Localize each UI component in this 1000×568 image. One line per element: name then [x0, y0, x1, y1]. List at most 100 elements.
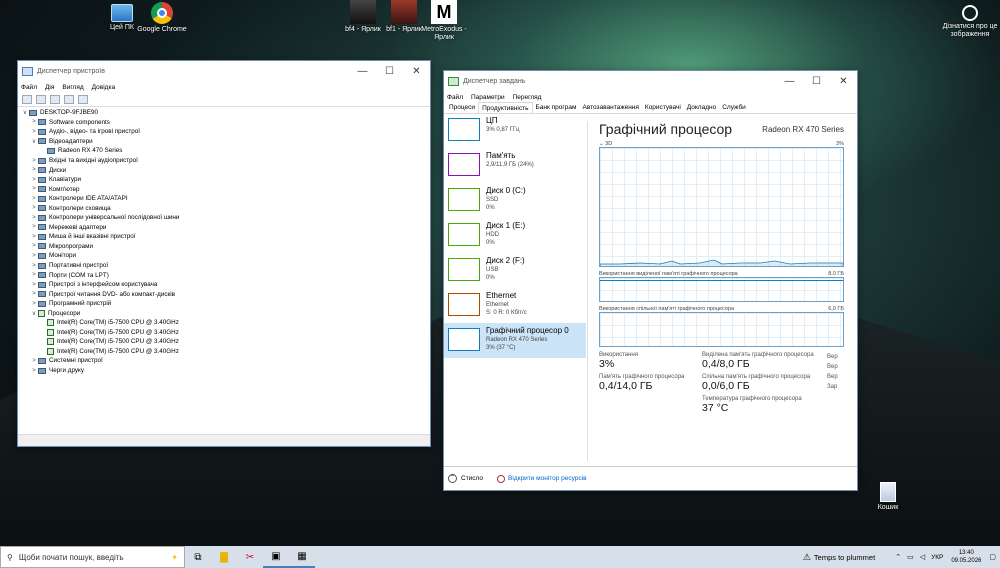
tree-device[interactable]: Intel(R) Core(TM) i5-7500 CPU @ 3.40GHz [21, 318, 427, 328]
chevron-right-icon[interactable]: > [30, 167, 38, 173]
menu-options[interactable]: Параметри [471, 94, 505, 101]
tree-category[interactable]: > Мережеві адаптери [21, 223, 427, 233]
chevron-right-icon[interactable]: > [30, 272, 38, 278]
tree-device[interactable]: Radeon RX 470 Series [21, 146, 427, 156]
task-manager-window[interactable]: Диспетчер завдань — ☐ ✕ Файл Параметри П… [443, 70, 858, 491]
maximize-button[interactable]: ☐ [803, 71, 830, 91]
tree-category[interactable]: > Портативні пристрої [21, 261, 427, 271]
chevron-right-icon[interactable]: > [30, 215, 38, 221]
menu-help[interactable]: Довідка [92, 84, 115, 91]
perf-item[interactable]: Диск 2 (F:) USB 0% [444, 253, 586, 288]
tree-category[interactable]: > Software components [21, 118, 427, 128]
menu-view[interactable]: Вигляд [62, 84, 83, 91]
search-box[interactable]: ⚲ Щоби почати пошук, введіть ✦ [0, 546, 185, 568]
snipping-tool-icon[interactable]: ✂ [237, 546, 263, 568]
tree-category[interactable]: ∨ Процесори [21, 308, 427, 318]
tree-category[interactable]: > Диски [21, 165, 427, 175]
tab-app-history[interactable]: Банк програм [533, 102, 580, 113]
chevron-right-icon[interactable]: > [30, 196, 38, 202]
volume-icon[interactable]: ◁ [920, 553, 925, 561]
forward-icon[interactable] [36, 95, 46, 104]
clock[interactable]: 13:40 09.05.2026 [951, 549, 981, 565]
menu-file[interactable]: Файл [21, 84, 37, 91]
tree-category[interactable]: > Контролери універсальної послідовної ши… [21, 213, 427, 223]
perf-item[interactable]: Пам'ять 2,9/11,9 ГБ (24%) [444, 148, 586, 183]
chevron-right-icon[interactable]: > [30, 224, 38, 230]
fewer-details-icon[interactable]: ⌃ [448, 474, 457, 483]
task-manager-taskbar-icon[interactable]: ▦ [289, 546, 315, 568]
tree-category[interactable]: > Монітори [21, 251, 427, 261]
tree-category[interactable]: > Контролери IDE ATA/ATAPI [21, 194, 427, 204]
tree-category[interactable]: > Програмний пристрій [21, 299, 427, 309]
desktop-icon-metro-exodus[interactable]: M MetroExodus - Ярлик [414, 0, 474, 42]
tree-category[interactable]: > Миша й інші вказівні пристрої [21, 232, 427, 242]
minimize-button[interactable]: — [349, 61, 376, 81]
minimize-button[interactable]: — [776, 71, 803, 91]
close-button[interactable]: ✕ [403, 61, 430, 81]
tree-category[interactable]: > Аудіо-, відео- та ігрові пристрої [21, 127, 427, 137]
chevron-right-icon[interactable]: > [30, 282, 38, 288]
device-manager-window[interactable]: Диспетчер пристроїв — ☐ ✕ Файл Дія Вигля… [17, 60, 431, 447]
chevron-right-icon[interactable]: > [30, 119, 38, 125]
chevron-right-icon[interactable]: > [30, 186, 38, 192]
tree-category[interactable]: > Черги друку [21, 366, 427, 376]
chevron-right-icon[interactable]: > [30, 205, 38, 211]
chevron-right-icon[interactable]: > [30, 243, 38, 249]
scan-hardware-icon[interactable] [78, 95, 88, 104]
chevron-down-icon[interactable]: ∨ [30, 310, 38, 317]
task-view-icon[interactable]: ⧉ [185, 546, 211, 568]
tree-category[interactable]: > Клавіатури [21, 175, 427, 185]
tree-device[interactable]: Intel(R) Core(TM) i5-7500 CPU @ 3.40GHz [21, 328, 427, 338]
tab-processes[interactable]: Процеси [446, 102, 478, 113]
tab-startup[interactable]: Автозавантаження [579, 102, 641, 113]
tree-category[interactable]: > Вхідні та вихідні аудіопристрої [21, 156, 427, 166]
chevron-down-icon[interactable]: ∨ [30, 138, 38, 145]
file-explorer-icon[interactable]: ▇ [211, 546, 237, 568]
taskmgr-titlebar[interactable]: Диспетчер завдань — ☐ ✕ [444, 71, 857, 91]
tree-category[interactable]: > Порти (COM та LPT) [21, 270, 427, 280]
close-button[interactable]: ✕ [830, 71, 857, 91]
tree-category[interactable]: > Комп'ютер [21, 184, 427, 194]
perf-item[interactable]: Графічний процесор 0 Radeon RX 470 Series… [444, 323, 586, 358]
chevron-right-icon[interactable]: > [30, 234, 38, 240]
tree-category[interactable]: > Системні пристрої [21, 356, 427, 366]
open-resource-monitor-link[interactable]: Відкрити монітор ресурсів [508, 475, 587, 482]
chevron-right-icon[interactable]: > [30, 177, 38, 183]
tab-services[interactable]: Служби [719, 102, 749, 113]
tree-device[interactable]: Intel(R) Core(TM) i5-7500 CPU @ 3.40GHz [21, 347, 427, 357]
menu-action[interactable]: Дія [45, 84, 54, 91]
tree-category[interactable]: ∨ Відеоадаптери [21, 137, 427, 147]
language-indicator[interactable]: УКР [931, 554, 943, 561]
menu-view[interactable]: Перегляд [513, 94, 542, 101]
perf-item[interactable]: Диск 0 (C:) SSD 0% [444, 183, 586, 218]
chevron-right-icon[interactable]: > [30, 291, 38, 297]
desktop-icon-recycle-bin[interactable]: Кошик [858, 482, 918, 512]
tree-category[interactable]: > Пристрої з інтерфейсом користувача [21, 280, 427, 290]
tree-device[interactable]: Intel(R) Core(TM) i5-7500 CPU @ 3.40GHz [21, 337, 427, 347]
chevron-down-icon[interactable]: ∨ [21, 109, 29, 116]
perf-item[interactable]: Диск 1 (E:) HDD 0% [444, 218, 586, 253]
desktop-icon-chrome[interactable]: Google Chrome [132, 0, 192, 34]
tab-performance[interactable]: Продуктивність [478, 102, 533, 113]
chevron-right-icon[interactable]: > [30, 158, 38, 164]
show-hidden-icons-icon[interactable]: ⌃ [895, 553, 901, 561]
chevron-right-icon[interactable]: > [30, 253, 38, 259]
perf-item[interactable]: Ethernet Ethernet S: 0 R: 0 Кбіт/с [444, 288, 586, 323]
help-icon[interactable] [64, 95, 74, 104]
desktop-icon-learn-about-image[interactable]: Дізнатися про це зображення [940, 2, 1000, 39]
fewer-details-link[interactable]: Стисло [461, 475, 483, 482]
tab-users[interactable]: Користувачі [642, 102, 684, 113]
network-icon[interactable]: ▭ [907, 553, 914, 561]
tree-category[interactable]: > Мікропрограми [21, 242, 427, 252]
perf-item[interactable]: ЦП 3% 0,87 ГГц [444, 113, 586, 148]
chevron-right-icon[interactable]: > [30, 301, 38, 307]
tree-root[interactable]: ∨ DESKTOP-9FJBE90 [21, 108, 427, 118]
chevron-right-icon[interactable]: > [30, 263, 38, 269]
chevron-right-icon[interactable]: > [30, 358, 38, 364]
devmgr-titlebar[interactable]: Диспетчер пристроїв — ☐ ✕ [18, 61, 430, 81]
chevron-right-icon[interactable]: > [30, 129, 38, 135]
back-icon[interactable] [22, 95, 32, 104]
chevron-right-icon[interactable]: > [30, 368, 38, 374]
tree-category[interactable]: > Контролери сховища [21, 203, 427, 213]
notifications-icon[interactable]: ▢ [989, 553, 996, 561]
